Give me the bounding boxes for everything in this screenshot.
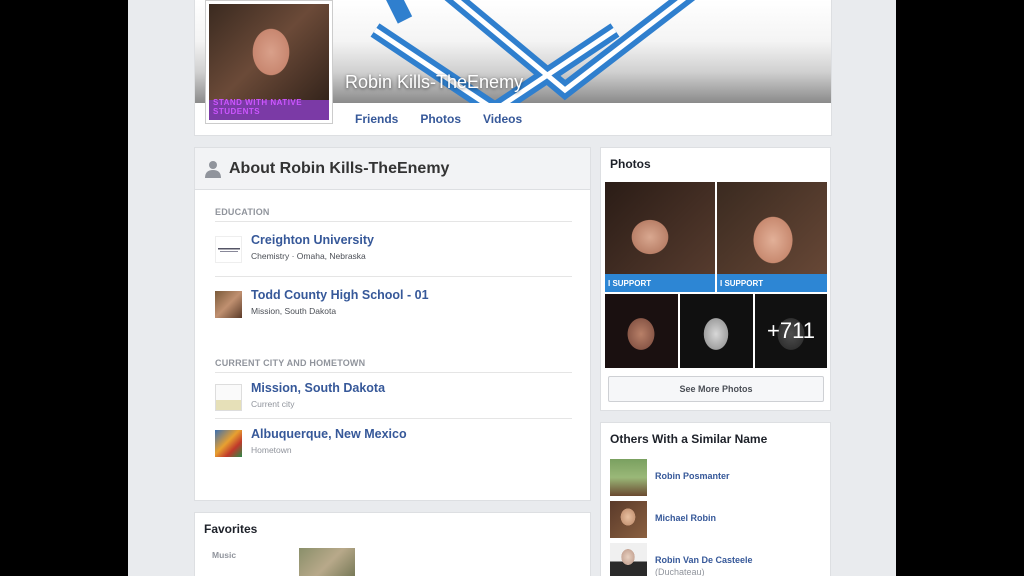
profile-picture-image: STAND WITH NATIVE STUDENTS bbox=[209, 4, 329, 120]
similar-names-title: Others With a Similar Name bbox=[610, 432, 768, 446]
tab-friends[interactable]: Friends bbox=[355, 112, 398, 126]
photo-thumbnail[interactable] bbox=[605, 294, 678, 368]
person-avatar[interactable] bbox=[610, 543, 647, 576]
similar-person: Robin Van De Casteele (Duchateau) bbox=[610, 543, 820, 576]
place-title[interactable]: Albuquerque, New Mexico bbox=[251, 427, 407, 441]
person-name[interactable]: Robin Posmanter bbox=[655, 471, 730, 481]
favorites-card: Favorites Music bbox=[194, 512, 591, 576]
support-text: I SUPPORT bbox=[608, 279, 652, 288]
map-thumbnail[interactable] bbox=[215, 384, 242, 411]
music-thumbnail[interactable] bbox=[299, 548, 355, 576]
profile-tabs: Friends Photos Videos bbox=[355, 112, 522, 126]
profile-frame-text: STAND WITH NATIVE STUDENTS bbox=[213, 98, 303, 116]
divider bbox=[215, 221, 572, 222]
person-avatar[interactable] bbox=[610, 501, 647, 538]
photos-title: Photos bbox=[610, 157, 651, 171]
profile-page: Robin Kills-TheEnemy STAND WITH NATIVE S… bbox=[128, 0, 896, 576]
education-subtitle: Chemistry · Omaha, Nebraska bbox=[251, 251, 366, 261]
divider bbox=[215, 372, 572, 373]
person-name[interactable]: Robin Van De Casteele bbox=[655, 555, 753, 565]
person-name[interactable]: Michael Robin bbox=[655, 513, 716, 523]
person-avatar[interactable] bbox=[610, 459, 647, 496]
place-subtitle: Hometown bbox=[251, 445, 292, 455]
about-title: About Robin Kills-TheEnemy bbox=[229, 159, 450, 177]
photos-card: Photos I SUPPORT I SUPPORT +711 See More… bbox=[600, 147, 831, 411]
divider bbox=[215, 418, 572, 419]
place-entry: Mission, South Dakota Current city bbox=[215, 381, 572, 414]
education-subtitle: Mission, South Dakota bbox=[251, 306, 337, 316]
profile-picture[interactable]: STAND WITH NATIVE STUDENTS bbox=[205, 0, 333, 124]
similar-person: Robin Posmanter bbox=[610, 459, 820, 497]
education-entry: Creighton University Chemistry · Omaha, … bbox=[215, 233, 572, 266]
place-entry: Albuquerque, New Mexico Hometown bbox=[215, 427, 572, 460]
more-photos-count[interactable]: +711 bbox=[755, 294, 827, 368]
music-label: Music bbox=[212, 550, 237, 560]
school-thumbnail[interactable] bbox=[215, 291, 242, 318]
support-banner: I SUPPORT bbox=[605, 274, 715, 292]
about-header: About Robin Kills-TheEnemy bbox=[195, 148, 590, 190]
about-card: About Robin Kills-TheEnemy EDUCATION Cre… bbox=[194, 147, 591, 501]
profile-name[interactable]: Robin Kills-TheEnemy bbox=[345, 72, 523, 93]
person-icon bbox=[205, 160, 221, 178]
similar-person: Michael Robin bbox=[610, 501, 820, 539]
city-thumbnail[interactable] bbox=[215, 430, 242, 457]
support-banner: I SUPPORT bbox=[717, 274, 827, 292]
creighton-logo-icon[interactable] bbox=[215, 236, 242, 263]
person-subtitle: (Duchateau) bbox=[655, 567, 705, 576]
similar-names-card: Others With a Similar Name Robin Posmant… bbox=[600, 422, 831, 576]
tab-photos[interactable]: Photos bbox=[420, 112, 461, 126]
profile-header: Robin Kills-TheEnemy STAND WITH NATIVE S… bbox=[194, 0, 832, 136]
tab-videos[interactable]: Videos bbox=[483, 112, 522, 126]
see-more-photos-button[interactable]: See More Photos bbox=[608, 376, 824, 402]
education-label: EDUCATION bbox=[215, 207, 270, 217]
support-text: I SUPPORT bbox=[720, 279, 764, 288]
favorites-title: Favorites bbox=[204, 522, 258, 536]
education-title[interactable]: Todd County High School - 01 bbox=[251, 288, 429, 302]
divider bbox=[215, 276, 572, 277]
place-title[interactable]: Mission, South Dakota bbox=[251, 381, 385, 395]
photo-thumbnail[interactable] bbox=[680, 294, 753, 368]
profile-frame-banner: STAND WITH NATIVE STUDENTS bbox=[209, 98, 329, 120]
place-subtitle: Current city bbox=[251, 399, 295, 409]
education-title[interactable]: Creighton University bbox=[251, 233, 374, 247]
photo-thumbnail-more[interactable]: +711 bbox=[755, 294, 827, 368]
places-label: CURRENT CITY AND HOMETOWN bbox=[215, 358, 366, 368]
photo-thumbnail[interactable]: I SUPPORT bbox=[717, 182, 827, 292]
photo-thumbnail[interactable]: I SUPPORT bbox=[605, 182, 715, 292]
education-entry: Todd County High School - 01 Mission, So… bbox=[215, 288, 572, 321]
